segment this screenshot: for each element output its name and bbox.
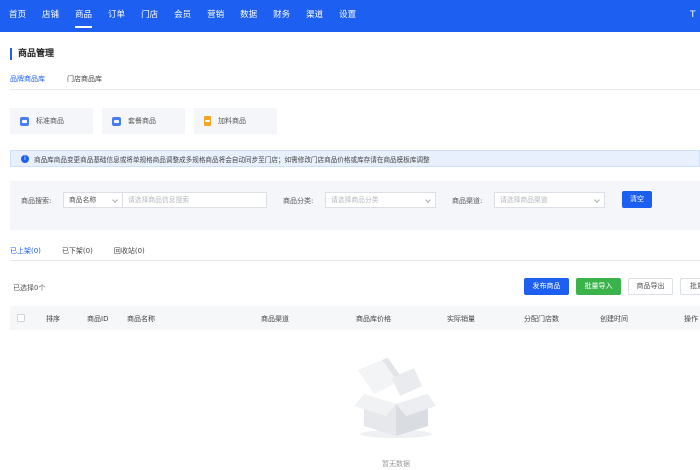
table-header: 排序 商品ID 商品名称 商品渠道 商品库价格 实际销量 分配门店数 创建时间 … — [10, 306, 700, 330]
nav-item-home[interactable]: 首页 — [9, 0, 26, 32]
search-input[interactable]: 请选择商品信息搜索 — [122, 192, 267, 208]
nav-item-products[interactable]: 商品 — [75, 0, 93, 32]
clear-button[interactable]: 清空 — [622, 191, 652, 208]
channel-placeholder: 请选择商品渠道 — [500, 196, 548, 204]
empty-box-illustration — [354, 358, 436, 438]
category-label: 商品分类: — [283, 197, 314, 205]
export-products-button[interactable]: 商品导出 — [628, 278, 673, 295]
chevron-down-icon — [594, 197, 600, 203]
table-actions: 发布商品 批量导入 商品导出 批量 — [524, 278, 700, 295]
search-field-select[interactable]: 商品名称 — [63, 192, 123, 208]
product-type-cards: 标准商品 套餐商品 加料商品 — [10, 108, 286, 134]
standard-product-icon — [20, 116, 29, 126]
tab-on-shelf[interactable]: 已上架(0) — [10, 246, 41, 261]
addon-product-icon — [204, 116, 211, 126]
top-nav: 首页 店铺 商品 订单 门店 会员 营销 数据 财务 渠道 设置 T — [0, 0, 700, 32]
combo-product-label: 套餐商品 — [128, 117, 156, 125]
selected-count: 已选择0个 — [13, 284, 46, 292]
nav-item-settings[interactable]: 设置 — [339, 0, 356, 32]
nav-item-channels[interactable]: 渠道 — [306, 0, 323, 32]
nav-item-members[interactable]: 会员 — [174, 0, 191, 32]
nav-item-marketing[interactable]: 营销 — [207, 0, 224, 32]
search-label: 商品搜索: — [21, 197, 52, 205]
page-title: 商品管理 — [10, 48, 54, 60]
nav-item-shops[interactable]: 门店 — [141, 0, 158, 32]
nav-corner-text[interactable]: T — [690, 0, 700, 30]
nav-item-store[interactable]: 店铺 — [42, 0, 59, 32]
alert-text: 商品库商品变更商品基础信息或将单规格商品调整成多规格商品将会自动同步至门店；如需… — [34, 155, 430, 164]
col-operations: 操作 — [684, 315, 698, 323]
category-placeholder: 请选择商品分类 — [331, 196, 379, 204]
channel-label: 商品渠道: — [452, 197, 483, 205]
status-tabs: 已上架(0) 已下架(0) 回收站(0) — [10, 246, 166, 261]
publish-product-button[interactable]: 发布商品 — [524, 278, 569, 295]
filter-panel: 商品搜索: 商品名称 请选择商品信息搜索 商品分类: 请选择商品分类 商品渠道:… — [10, 181, 700, 230]
empty-text: 暂无数据 — [382, 460, 410, 468]
batch-import-button[interactable]: 批量导入 — [576, 278, 621, 295]
info-icon: i — [21, 154, 29, 163]
category-select[interactable]: 请选择商品分类 — [325, 192, 436, 208]
search-field-value: 商品名称 — [69, 196, 97, 204]
standard-product-card[interactable]: 标准商品 — [10, 108, 93, 134]
col-channel: 商品渠道 — [261, 315, 289, 323]
channel-select[interactable]: 请选择商品渠道 — [494, 192, 605, 208]
col-actual-sales: 实际销量 — [447, 315, 475, 323]
col-sort: 排序 — [46, 315, 60, 323]
batch-button[interactable]: 批量 — [680, 278, 700, 295]
combo-product-card[interactable]: 套餐商品 — [102, 108, 185, 134]
tabs-divider — [10, 89, 700, 90]
col-product-name: 商品名称 — [127, 315, 155, 323]
tab-brand-library[interactable]: 品牌商品库 — [10, 74, 45, 90]
library-tabs: 品牌商品库 门店商品库 — [10, 74, 124, 90]
col-created-time: 创建时间 — [600, 315, 628, 323]
nav-item-data[interactable]: 数据 — [240, 0, 257, 32]
chevron-down-icon — [425, 197, 431, 203]
col-library-price: 商品库价格 — [356, 315, 391, 323]
tab-store-library[interactable]: 门店商品库 — [67, 74, 102, 88]
nav-item-finance[interactable]: 财务 — [273, 0, 290, 32]
status-tabs-divider — [10, 260, 700, 261]
chevron-down-icon — [112, 197, 118, 203]
col-store-count: 分配门店数 — [524, 315, 559, 323]
tab-off-shelf[interactable]: 已下架(0) — [62, 246, 93, 258]
tab-recycle-bin[interactable]: 回收站(0) — [114, 246, 145, 258]
combo-product-icon — [112, 116, 121, 126]
addon-product-card[interactable]: 加料商品 — [194, 108, 277, 134]
addon-product-label: 加料商品 — [218, 117, 246, 125]
info-alert: i 商品库商品变更商品基础信息或将单规格商品调整成多规格商品将会自动同步至门店；… — [10, 150, 700, 167]
col-product-id: 商品ID — [87, 315, 109, 323]
standard-product-label: 标准商品 — [36, 117, 64, 125]
select-all-checkbox[interactable] — [17, 314, 25, 322]
nav-item-orders[interactable]: 订单 — [108, 0, 125, 32]
